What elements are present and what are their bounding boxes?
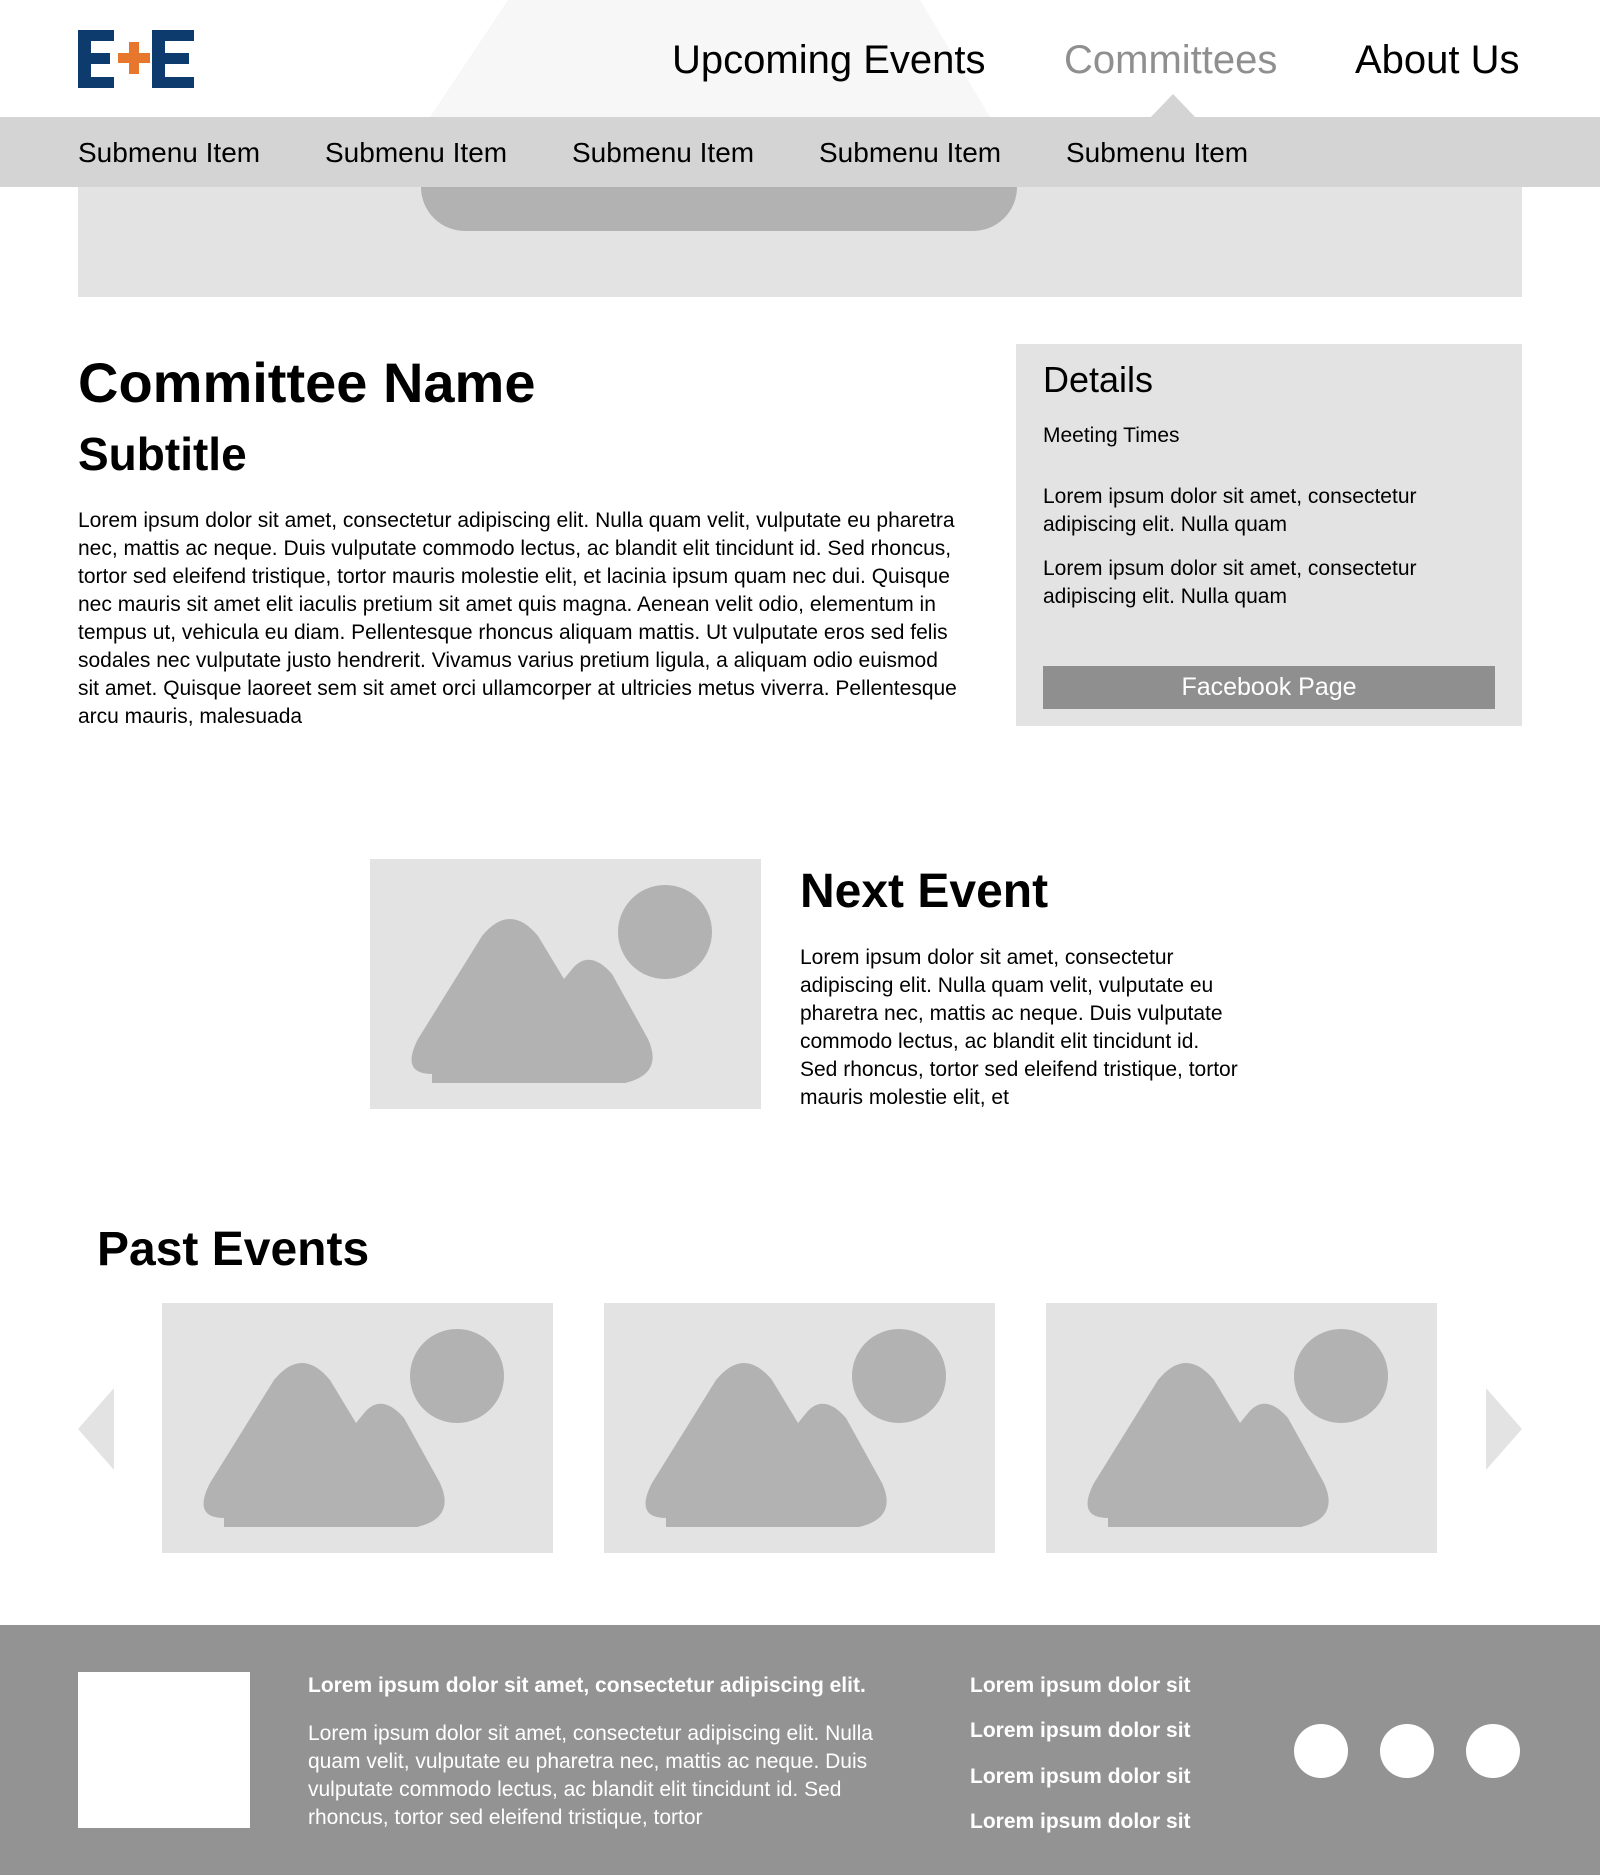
past-event-card[interactable] bbox=[604, 1303, 995, 1553]
footer-description: Lorem ipsum dolor sit amet, consectetur … bbox=[308, 1722, 873, 1829]
hero-image-shape bbox=[421, 187, 1017, 231]
image-placeholder-icon bbox=[645, 1329, 946, 1527]
site-header: Upcoming Events Committees About Us bbox=[0, 0, 1600, 117]
nav-about-us[interactable]: About Us bbox=[1355, 36, 1520, 84]
image-placeholder-icon bbox=[203, 1329, 504, 1527]
submenu-item[interactable]: Submenu Item bbox=[78, 137, 260, 169]
footer-link[interactable]: Lorem ipsum dolor sit bbox=[970, 1673, 1191, 1699]
past-event-card[interactable] bbox=[162, 1303, 553, 1553]
footer-heading: Lorem ipsum dolor sit amet, consectetur … bbox=[308, 1674, 866, 1697]
carousel-prev-arrow-icon[interactable] bbox=[78, 1388, 114, 1470]
hero-banner bbox=[78, 187, 1522, 297]
footer-link[interactable]: Lorem ipsum dolor sit bbox=[970, 1809, 1191, 1835]
meeting-times-text: Lorem ipsum dolor sit amet, consectetur … bbox=[1043, 557, 1417, 608]
committee-description: Lorem ipsum dolor sit amet, consectetur … bbox=[78, 509, 957, 727]
social-circle-icon[interactable] bbox=[1294, 1724, 1348, 1778]
next-event-title: Next Event bbox=[800, 865, 1049, 918]
submenu-item[interactable]: Submenu Item bbox=[819, 137, 1001, 169]
meeting-times-text: Lorem ipsum dolor sit amet, consectetur … bbox=[1043, 485, 1417, 536]
details-panel: Details Meeting Times Lorem ipsum dolor … bbox=[1016, 344, 1522, 726]
site-logo[interactable] bbox=[78, 30, 194, 88]
facebook-page-button[interactable]: Facebook Page bbox=[1043, 666, 1495, 709]
submenu-item[interactable]: Submenu Item bbox=[572, 137, 754, 169]
footer-logo-placeholder bbox=[78, 1672, 250, 1828]
nav-upcoming-events[interactable]: Upcoming Events bbox=[672, 36, 985, 84]
submenu-item[interactable]: Submenu Item bbox=[325, 137, 507, 169]
committee-title: Committee Name bbox=[78, 351, 536, 414]
meeting-times-label: Meeting Times bbox=[1043, 424, 1180, 447]
next-event-description: Lorem ipsum dolor sit amet, consectetur … bbox=[800, 946, 1238, 1109]
footer-link[interactable]: Lorem ipsum dolor sit bbox=[970, 1718, 1191, 1744]
site-footer: Lorem ipsum dolor sit amet, consectetur … bbox=[0, 1625, 1600, 1875]
social-circle-icon[interactable] bbox=[1380, 1724, 1434, 1778]
submenu-bar: Submenu Item Submenu Item Submenu Item S… bbox=[0, 117, 1600, 187]
submenu-item[interactable]: Submenu Item bbox=[1066, 137, 1248, 169]
image-placeholder-icon bbox=[411, 885, 712, 1083]
next-event-image bbox=[370, 859, 761, 1109]
image-placeholder-icon bbox=[1087, 1329, 1388, 1527]
footer-link[interactable]: Lorem ipsum dolor sit bbox=[970, 1764, 1191, 1790]
past-events-title: Past Events bbox=[97, 1223, 370, 1276]
carousel-next-arrow-icon[interactable] bbox=[1486, 1388, 1522, 1470]
past-event-card[interactable] bbox=[1046, 1303, 1437, 1553]
active-nav-indicator bbox=[1150, 94, 1196, 117]
social-circle-icon[interactable] bbox=[1466, 1724, 1520, 1778]
nav-committees[interactable]: Committees bbox=[1064, 36, 1277, 84]
details-title: Details bbox=[1043, 359, 1154, 400]
committee-subtitle: Subtitle bbox=[78, 428, 247, 480]
